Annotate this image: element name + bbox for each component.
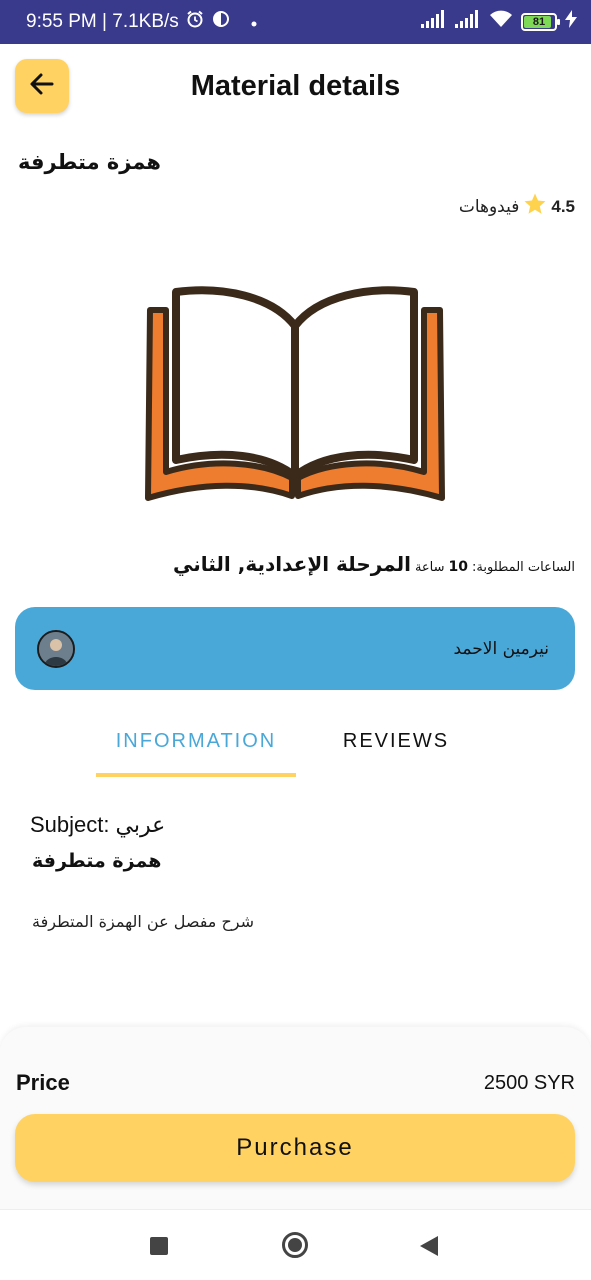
battery-icon: 81 (521, 13, 560, 31)
signal-icon-2 (455, 10, 481, 34)
material-name: همزة متطرفة (18, 150, 161, 174)
level-text: المرحلة الإعدادية, الثاني (173, 552, 411, 576)
wifi-icon (489, 10, 513, 34)
teacher-name: نيرمين الاحمد (453, 638, 549, 659)
hours-label: الساعات المطلوبة: (472, 560, 575, 575)
subject-row: Subject: عربي (30, 812, 165, 838)
rating-value: 4.5 (551, 196, 575, 216)
alarm-icon (185, 9, 205, 35)
purchase-button[interactable]: Purchase (15, 1114, 575, 1182)
charging-icon (565, 10, 577, 34)
battery-level: 81 (532, 16, 546, 28)
purchase-panel: Price 2500 SYR Purchase (0, 1027, 591, 1209)
hours-value: 10 (448, 559, 469, 575)
teacher-card[interactable]: نيرمين الاحمد (15, 607, 575, 690)
level-row: الساعات المطلوبة: 10 ساعة المرحلة الإعدا… (173, 552, 575, 576)
hours-unit: ساعة (414, 560, 445, 575)
page-title: Material details (190, 70, 401, 102)
tabs: INFORMATION REVIEWS (0, 712, 591, 778)
system-nav-bar (0, 1209, 591, 1280)
subject-label: Subject: (30, 812, 110, 837)
recents-icon[interactable] (150, 1237, 168, 1255)
signal-icon (421, 10, 447, 34)
videos-label: فيدوهات (458, 196, 520, 217)
back-triangle-icon[interactable] (420, 1236, 438, 1256)
status-bar: 9:55 PM | 7.1KB/s 81 (0, 0, 591, 44)
status-right: 81 (421, 10, 577, 34)
app-notification-icon (211, 9, 231, 35)
price-label: Price (16, 1070, 70, 1095)
dot-icon (251, 11, 257, 33)
book-image (142, 282, 448, 508)
star-icon (523, 192, 547, 221)
app-bar: Material details (0, 44, 591, 134)
tab-reviews[interactable]: REVIEWS (296, 730, 496, 753)
avatar (37, 629, 75, 668)
home-icon[interactable] (282, 1232, 308, 1258)
status-left: 9:55 PM | 7.1KB/s (26, 9, 257, 35)
rating-row: فيدوهات 4.5 (459, 192, 575, 221)
status-time: 9:55 PM | 7.1KB/s (26, 11, 179, 32)
info-title: همزة متطرفة (32, 850, 162, 872)
info-description: شرح مفصل عن الهمزة المتطرفة (32, 912, 255, 931)
tab-information[interactable]: INFORMATION (96, 730, 296, 753)
tab-indicator (96, 773, 296, 777)
price-value: 2500 SYR (483, 1072, 575, 1094)
subject-value: عربي (115, 812, 166, 837)
